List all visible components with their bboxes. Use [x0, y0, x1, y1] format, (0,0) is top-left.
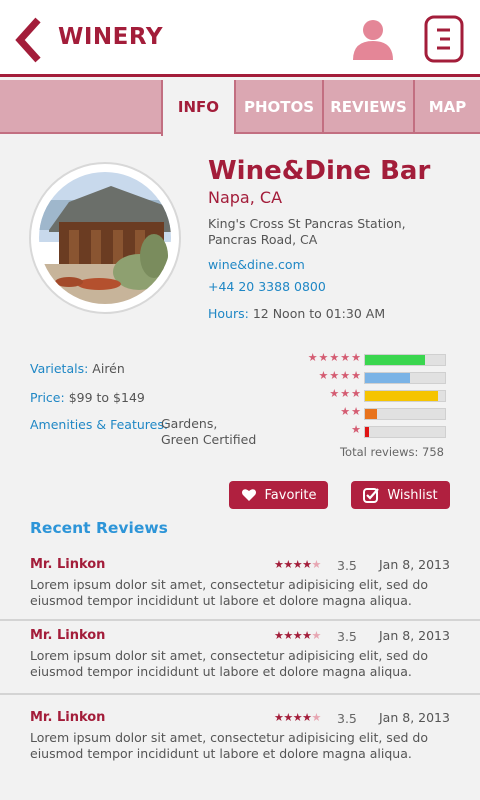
divider: [0, 693, 480, 695]
venue-name: Wine&Dine Bar: [208, 156, 431, 186]
rating-bar-fill: [365, 409, 377, 419]
review-text: Lorem ipsum dolor sit amet, consectetur …: [30, 648, 428, 679]
review-score: 3.5: [337, 629, 357, 644]
rating-stars-5: ★★★★★: [307, 351, 362, 364]
tab-bar: INFO PHOTOS REVIEWS MAP: [0, 80, 480, 136]
venue-address-line1: King's Cross St Pancras Station,: [208, 216, 406, 231]
review-author[interactable]: Mr. Linkon: [30, 557, 105, 572]
rating-bar-track: [364, 354, 446, 366]
recent-reviews-title: Recent Reviews: [30, 519, 168, 537]
divider: [0, 619, 480, 621]
wishlist-label: Wishlist: [387, 487, 438, 503]
rating-stars-2: ★★: [340, 405, 362, 418]
price-row: Price: $99 to $149: [30, 390, 145, 405]
venue-phone-link[interactable]: +44 20 3388 0800: [208, 279, 326, 294]
review-stars: ★★★★★: [274, 558, 321, 571]
venue-photo-frame: [29, 162, 181, 314]
venue-photo[interactable]: [39, 172, 171, 304]
review-author[interactable]: Mr. Linkon: [30, 710, 105, 725]
rating-row-5: ★★★★★: [290, 351, 450, 367]
rating-bar-track: [364, 390, 446, 402]
tab-reviews[interactable]: REVIEWS: [322, 80, 413, 134]
review-author[interactable]: Mr. Linkon: [30, 628, 105, 643]
total-reviews: Total reviews: 758: [339, 445, 444, 459]
rating-bar-track: [364, 426, 446, 438]
back-button[interactable]: [14, 17, 44, 63]
tab-map[interactable]: MAP: [413, 80, 480, 134]
venue-city: Napa, CA: [208, 188, 283, 207]
rating-bar-fill: [365, 355, 425, 365]
review-date: Jan 8, 2013: [379, 628, 450, 643]
menu-icon: [424, 15, 464, 63]
heart-icon: [241, 489, 256, 501]
wishlist-button[interactable]: Wishlist: [351, 481, 450, 509]
amenities-value: Gardens, Green Certified: [161, 416, 256, 448]
price-label: Price:: [30, 390, 65, 405]
favorite-button[interactable]: Favorite: [229, 481, 328, 509]
rating-stars-1: ★: [351, 423, 362, 436]
amenities-label: Amenities & Features:: [30, 417, 169, 432]
rating-bar-track: [364, 372, 446, 384]
rating-stars-4: ★★★★: [318, 369, 362, 382]
review-text: Lorem ipsum dolor sit amet, consectetur …: [30, 730, 428, 761]
hours-label: Hours:: [208, 306, 249, 321]
chevron-left-icon: [15, 17, 41, 63]
review-stars: ★★★★★: [274, 629, 321, 642]
review-date: Jan 8, 2013: [379, 557, 450, 572]
tab-info[interactable]: INFO: [161, 80, 234, 136]
app-header: WINERY: [0, 0, 480, 77]
menu-button[interactable]: [424, 15, 464, 63]
rating-bar-fill: [365, 427, 369, 437]
rating-row-4: ★★★★: [290, 369, 450, 385]
profile-button[interactable]: [352, 18, 394, 60]
checkbox-icon: [363, 488, 380, 503]
varietals-value: Airén: [92, 361, 125, 376]
venue-website-link[interactable]: wine&dine.com: [208, 257, 305, 272]
rating-row-2: ★★: [290, 405, 450, 421]
venue-address-line2: Pancras Road, CA: [208, 232, 318, 247]
app-title: WINERY: [58, 24, 163, 50]
hours-value: 12 Noon to 01:30 AM: [252, 306, 386, 321]
user-icon: [353, 20, 393, 60]
amenities-label-row: Amenities & Features:: [30, 417, 168, 432]
rating-row-1: ★: [290, 423, 450, 439]
rating-bar-track: [364, 408, 446, 420]
amenities-line1: Gardens,: [161, 416, 218, 431]
review-score: 3.5: [337, 711, 357, 726]
amenities-line2: Green Certified: [161, 432, 257, 447]
review-date: Jan 8, 2013: [379, 710, 450, 725]
favorite-label: Favorite: [264, 487, 317, 503]
rating-stars-3: ★★★: [329, 387, 362, 400]
price-value: $99 to $149: [68, 390, 145, 405]
rating-bar-fill: [365, 391, 438, 401]
tab-photos[interactable]: PHOTOS: [234, 80, 322, 134]
venue-hours: Hours: 12 Noon to 01:30 AM: [208, 306, 385, 321]
review-score: 3.5: [337, 558, 357, 573]
rating-row-3: ★★★: [290, 387, 450, 403]
varietals-label: Varietals:: [30, 361, 89, 376]
review-stars: ★★★★★: [274, 711, 321, 724]
review-text: Lorem ipsum dolor sit amet, consectetur …: [30, 577, 428, 608]
rating-bar-fill: [365, 373, 410, 383]
varietals-row: Varietals: Airén: [30, 361, 125, 376]
